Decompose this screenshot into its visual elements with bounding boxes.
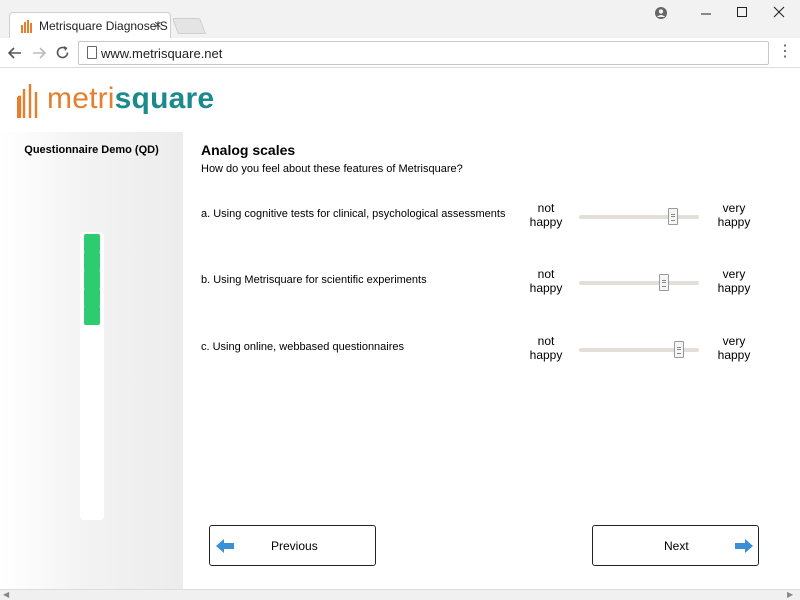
analog-slider-track[interactable] — [579, 215, 699, 219]
question-row-b: b. Using Metrisquare for scientific expe… — [184, 265, 784, 301]
progress-segment — [84, 234, 100, 253]
next-button[interactable]: Next — [592, 525, 759, 566]
browser-tab[interactable]: Metrisquare DiagnoseIS × — [9, 12, 171, 38]
scale-max-label: very happy — [717, 334, 751, 362]
question-row-a: a. Using cognitive tests for clinical, p… — [184, 199, 784, 235]
scroll-right-icon[interactable]: ▶ — [787, 590, 793, 599]
close-window-icon[interactable] — [773, 6, 785, 18]
back-icon[interactable] — [8, 46, 22, 60]
scale-min-label: not happy — [529, 267, 563, 295]
logo-text-square: square — [114, 82, 215, 115]
reload-icon[interactable] — [55, 45, 70, 60]
tab-title: Metrisquare DiagnoseIS — [39, 19, 168, 33]
new-tab-button[interactable] — [172, 18, 206, 34]
scale-max-label: very happy — [717, 267, 751, 295]
logo-bars-icon — [17, 84, 38, 118]
logo-text: metrisquare — [47, 82, 214, 116]
section-title: Analog scales — [201, 142, 296, 158]
previous-button[interactable]: Previous — [209, 525, 376, 566]
arrow-right-icon — [735, 539, 753, 553]
browser-titlebar: Metrisquare DiagnoseIS × — [0, 0, 800, 38]
tab-close-icon[interactable]: × — [154, 17, 162, 32]
question-label: b. Using Metrisquare for scientific expe… — [201, 274, 427, 286]
progress-bar — [80, 232, 104, 520]
scroll-left-icon[interactable]: ◀ — [3, 590, 9, 599]
progress-segment — [84, 270, 100, 289]
scale-max-label: very happy — [717, 201, 751, 229]
question-label: c. Using online, webbased questionnaires — [201, 341, 405, 353]
minimize-icon[interactable] — [700, 8, 712, 20]
main-panel: Analog scales How do you feel about thes… — [184, 132, 784, 590]
question-row-c: c. Using online, webbased questionnaires… — [184, 332, 784, 368]
metrisquare-favicon-icon — [21, 20, 32, 33]
progress-segment — [84, 306, 100, 325]
analog-slider-thumb[interactable] — [667, 208, 678, 225]
next-button-label: Next — [664, 539, 689, 553]
scale-min-label: not happy — [529, 201, 563, 229]
analog-slider-thumb[interactable] — [659, 274, 670, 291]
forward-icon[interactable] — [32, 46, 46, 60]
section-subtitle: How do you feel about these features of … — [201, 163, 463, 175]
progress-segment — [84, 288, 100, 307]
address-bar[interactable]: www.metrisquare.net — [78, 41, 769, 65]
analog-slider-track[interactable] — [579, 281, 699, 285]
url-text[interactable]: www.metrisquare.net — [101, 46, 222, 61]
page-icon — [87, 46, 97, 59]
sidebar: Questionnaire Demo (QD) — [0, 132, 183, 590]
progress-segment — [84, 252, 100, 271]
logo-text-metri: metri — [47, 82, 115, 115]
arrow-left-icon — [216, 539, 234, 553]
previous-button-label: Previous — [271, 539, 318, 553]
account-icon[interactable] — [654, 6, 668, 20]
scale-min-label: not happy — [529, 334, 563, 362]
horizontal-scrollbar[interactable]: ◀ ▶ — [0, 589, 800, 600]
questionnaire-title: Questionnaire Demo (QD) — [24, 144, 159, 156]
question-label: a. Using cognitive tests for clinical, p… — [201, 208, 506, 220]
analog-slider-thumb[interactable] — [673, 341, 684, 358]
page-content: metrisquare Questionnaire Demo (QD) Anal… — [0, 69, 800, 600]
browser-toolbar: www.metrisquare.net ⋮ — [0, 38, 800, 68]
browser-menu-icon[interactable]: ⋮ — [777, 44, 793, 60]
maximize-icon[interactable] — [736, 6, 748, 18]
